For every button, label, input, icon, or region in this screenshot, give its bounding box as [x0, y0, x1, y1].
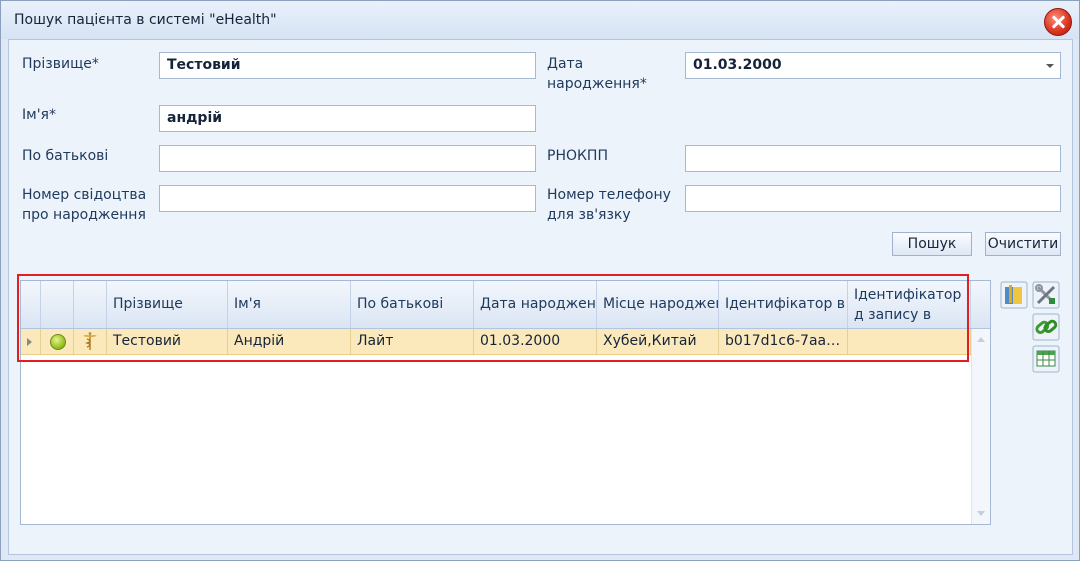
status-dot-icon	[50, 334, 66, 350]
cell-patronymic: Лайт	[351, 329, 474, 354]
grid-header: Прізвище Ім'я По батькові Дата народженн…	[21, 281, 990, 329]
row-indicator	[21, 329, 41, 354]
cell-id: b017d1c6-7aab...	[719, 329, 848, 354]
column-header-birthplace[interactable]: Місце народження	[597, 281, 719, 328]
birthdate-label-line2: народження*	[547, 76, 647, 92]
column-header-patronymic[interactable]: По батькові	[351, 281, 474, 328]
title-bar: Пошук пацієнта в системі "eHealth"	[1, 1, 1079, 39]
header-status-col	[41, 281, 74, 328]
column-header-record-id[interactable]: Ідентифікатор д запису в систем	[848, 281, 971, 328]
window-title: Пошук пацієнта в системі "eHealth"	[14, 12, 277, 28]
type-cell	[74, 329, 107, 354]
surname-label: Прізвище*	[22, 56, 99, 72]
header-indicator-col	[21, 281, 41, 328]
patronymic-label: По батькові	[22, 148, 109, 164]
cell-birthplace: Хубей,Китай	[597, 329, 719, 354]
results-grid: Прізвище Ім'я По батькові Дата народженн…	[20, 280, 991, 525]
dialog-content: Прізвище* Тестовий Дата народження* 01.0…	[8, 39, 1073, 555]
birth-cert-label-line2: про народження	[22, 207, 146, 223]
cell-surname: Тестовий	[107, 329, 228, 354]
search-button[interactable]: Пошук	[892, 232, 972, 256]
name-label: Ім'я*	[22, 107, 56, 123]
column-header-birthdate[interactable]: Дата народження	[474, 281, 597, 328]
close-icon[interactable]	[1044, 8, 1072, 36]
birth-cert-label-line1: Номер свідоцтва	[22, 187, 147, 203]
rnokpp-field[interactable]	[685, 145, 1061, 172]
scroll-down-icon[interactable]	[977, 511, 985, 516]
birthdate-label-line1: Дата	[547, 56, 584, 72]
open-folder-icon[interactable]	[1000, 281, 1028, 309]
caduceus-icon	[83, 332, 97, 350]
tools-icon[interactable]	[1032, 281, 1060, 309]
birthdate-dropdown[interactable]: 01.03.2000	[685, 52, 1061, 79]
scroll-up-icon[interactable]	[977, 337, 985, 342]
header-type-col	[74, 281, 107, 328]
patronymic-field[interactable]	[159, 145, 536, 172]
vertical-scrollbar[interactable]	[971, 329, 990, 524]
chevron-down-icon[interactable]	[1046, 64, 1054, 68]
rnokpp-label: РНОКПП	[547, 148, 608, 164]
phone-label-line2: для зв'язку	[547, 207, 631, 223]
grid-edit-icon[interactable]	[1032, 345, 1060, 373]
column-header-name[interactable]: Ім'я	[228, 281, 351, 328]
phone-label-line1: Номер телефону	[547, 187, 671, 203]
column-header-id[interactable]: Ідентифікатор в системі	[719, 281, 848, 328]
column-header-surname[interactable]: Прізвище	[107, 281, 228, 328]
table-row[interactable]: Тестовий Андрій Лайт 01.03.2000 Хубей,Ки…	[21, 329, 971, 355]
cell-name: Андрій	[228, 329, 351, 354]
name-field[interactable]: андрій	[159, 105, 536, 132]
birthdate-value: 01.03.2000	[693, 57, 782, 73]
phone-field[interactable]	[685, 185, 1061, 212]
status-cell	[41, 329, 74, 354]
clear-button[interactable]: Очистити	[985, 232, 1061, 256]
cell-record-id	[848, 329, 971, 354]
link-icon[interactable]	[1032, 313, 1060, 341]
search-patient-dialog: Пошук пацієнта в системі "eHealth" Прізв…	[0, 0, 1080, 561]
row-pointer-icon	[27, 338, 32, 346]
surname-field[interactable]: Тестовий	[159, 52, 536, 79]
birth-cert-field[interactable]	[159, 185, 536, 212]
cell-birthdate: 01.03.2000	[474, 329, 597, 354]
